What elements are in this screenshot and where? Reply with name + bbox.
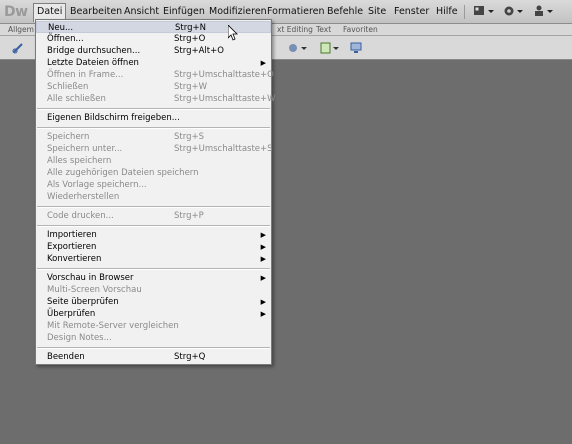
- menu-separator: [36, 203, 271, 210]
- dreamweaver-logo: Dw: [4, 4, 28, 20]
- monitor-icon[interactable]: [350, 42, 362, 57]
- menu-item-shortcut: Strg+Alt+O: [174, 46, 224, 56]
- menu-separator: [36, 105, 271, 112]
- menu-item-shortcut: Strg+W: [174, 82, 207, 92]
- menu-bearbeiten[interactable]: Bearbeiten: [68, 3, 124, 20]
- menu-hilfe[interactable]: Hilfe: [434, 3, 460, 20]
- menu-befehle[interactable]: Befehle: [325, 3, 365, 20]
- menubar-divider: [464, 5, 465, 19]
- menu-item[interactable]: Vorschau in Browser ▶: [36, 272, 271, 284]
- tab-text[interactable]: Text: [316, 25, 331, 34]
- submenu-arrow-icon: ▶: [260, 255, 266, 263]
- menu-item: Speichern Strg+S: [36, 131, 271, 143]
- mouse-cursor-icon: [228, 25, 238, 41]
- gear-icon[interactable]: [503, 4, 525, 20]
- tab-xt-editing[interactable]: xt Editing: [277, 25, 313, 34]
- menu-item-label: Als Vorlage speichern...: [47, 180, 147, 190]
- menu-item: Code drucken... Strg+P: [36, 210, 271, 222]
- menu-item[interactable]: Überprüfen ▶: [36, 308, 271, 320]
- menu-item-label: Multi-Screen Vorschau: [47, 285, 142, 295]
- menu-item-label: Speichern unter...: [47, 144, 123, 154]
- menu-item-label: Überprüfen: [47, 309, 96, 319]
- widget-icon[interactable]: [288, 42, 310, 57]
- submenu-arrow-icon: ▶: [260, 310, 266, 318]
- menu-item: Alle schließen Strg+Umschalttaste+W: [36, 93, 276, 105]
- menu-item: Multi-Screen Vorschau: [36, 284, 271, 296]
- menu-einfuegen[interactable]: Einfügen: [161, 3, 207, 20]
- menu-item-shortcut: Strg+Umschalttaste+W: [174, 94, 276, 104]
- menu-item-label: Eigenen Bildschirm freigeben...: [47, 113, 180, 123]
- tab-allgemein[interactable]: Allgem: [8, 25, 34, 34]
- menu-item[interactable]: Exportieren ▶: [36, 241, 271, 253]
- menu-item-label: Bridge durchsuchen...: [47, 46, 141, 56]
- menu-item-label: Code drucken...: [47, 211, 114, 221]
- tab-favoriten[interactable]: Favoriten: [343, 25, 378, 34]
- menu-item-label: Alle schließen: [47, 94, 106, 104]
- menu-item-label: Schließen: [47, 82, 89, 92]
- menu-separator: [36, 344, 271, 351]
- menu-item-label: Beenden: [47, 352, 85, 362]
- submenu-arrow-icon: ▶: [260, 231, 266, 239]
- menu-item-label: Mit Remote-Server vergleichen: [47, 321, 179, 331]
- submenu-arrow-icon: ▶: [260, 243, 266, 251]
- menu-item-label: Design Notes...: [47, 333, 112, 343]
- menu-separator: [36, 265, 271, 272]
- menu-item-shortcut: Strg+P: [174, 211, 204, 221]
- menu-formatieren[interactable]: Formatieren: [265, 3, 327, 20]
- menu-item[interactable]: Beenden Strg+Q: [36, 351, 271, 363]
- menu-item-label: Alles speichern: [47, 156, 112, 166]
- menu-item-label: Wiederherstellen: [47, 192, 120, 202]
- menu-item-shortcut: Strg+Q: [174, 352, 206, 362]
- menu-item: Design Notes...: [36, 332, 271, 344]
- menu-item[interactable]: Letzte Dateien öffnen ▶: [36, 57, 271, 69]
- menu-item-label: Speichern: [47, 132, 90, 142]
- template-icon[interactable]: [320, 42, 342, 57]
- menu-item[interactable]: Seite überprüfen ▶: [36, 296, 271, 308]
- menu-item: Mit Remote-Server vergleichen: [36, 320, 271, 332]
- menu-item: Öffnen in Frame... Strg+Umschalttaste+O: [36, 69, 274, 81]
- menu-item: Speichern unter... Strg+Umschalttaste+S: [36, 143, 273, 155]
- menu-item-label: Exportieren: [47, 242, 97, 252]
- menu-item-label: Vorschau in Browser: [47, 273, 134, 283]
- menu-item[interactable]: Importieren ▶: [36, 229, 271, 241]
- layout-icon[interactable]: [473, 4, 495, 20]
- menu-item-label: Öffnen...: [47, 34, 84, 44]
- menu-item-shortcut: Strg+Umschalttaste+O: [174, 70, 274, 80]
- menu-modifizieren[interactable]: Modifizieren: [207, 3, 269, 20]
- menu-item[interactable]: Bridge durchsuchen... Strg+Alt+O: [36, 45, 271, 57]
- menu-item-shortcut: Strg+S: [174, 132, 204, 142]
- menu-item-label: Seite überprüfen: [47, 297, 119, 307]
- menu-fenster[interactable]: Fenster: [392, 3, 431, 20]
- menu-item-label: Öffnen in Frame...: [47, 70, 124, 80]
- menu-item[interactable]: Konvertieren ▶: [36, 253, 271, 265]
- menu-separator: [36, 124, 271, 131]
- menu-item-label: Konvertieren: [47, 254, 102, 264]
- user-icon[interactable]: [533, 4, 555, 20]
- menu-item: Als Vorlage speichern...: [36, 179, 271, 191]
- menu-ansicht[interactable]: Ansicht: [122, 3, 161, 20]
- menu-separator: [36, 222, 271, 229]
- menu-item-label: Alle zugehörigen Dateien speichern: [47, 168, 199, 178]
- submenu-arrow-icon: ▶: [260, 298, 266, 306]
- menu-item: Alle zugehörigen Dateien speichern: [36, 167, 271, 179]
- menu-item: Wiederherstellen: [36, 191, 271, 203]
- submenu-arrow-icon: ▶: [260, 59, 266, 67]
- menu-item: Alles speichern: [36, 155, 271, 167]
- menu-item: Schließen Strg+W: [36, 81, 271, 93]
- submenu-arrow-icon: ▶: [260, 274, 266, 282]
- hyperlink-icon[interactable]: [12, 42, 24, 57]
- datei-menu-dropdown: Neu... Strg+N Öffnen... Strg+O Bridge durchs…: [35, 19, 276, 365]
- menu-item-label: Importieren: [47, 230, 97, 240]
- menu-item-shortcut: Strg+Umschalttaste+S: [174, 144, 273, 154]
- menu-item-label: Letzte Dateien öffnen: [47, 58, 139, 68]
- menu-site[interactable]: Site: [366, 3, 388, 20]
- menu-item[interactable]: Eigenen Bildschirm freigeben...: [36, 112, 271, 124]
- menu-item-shortcut: Strg+O: [174, 34, 206, 44]
